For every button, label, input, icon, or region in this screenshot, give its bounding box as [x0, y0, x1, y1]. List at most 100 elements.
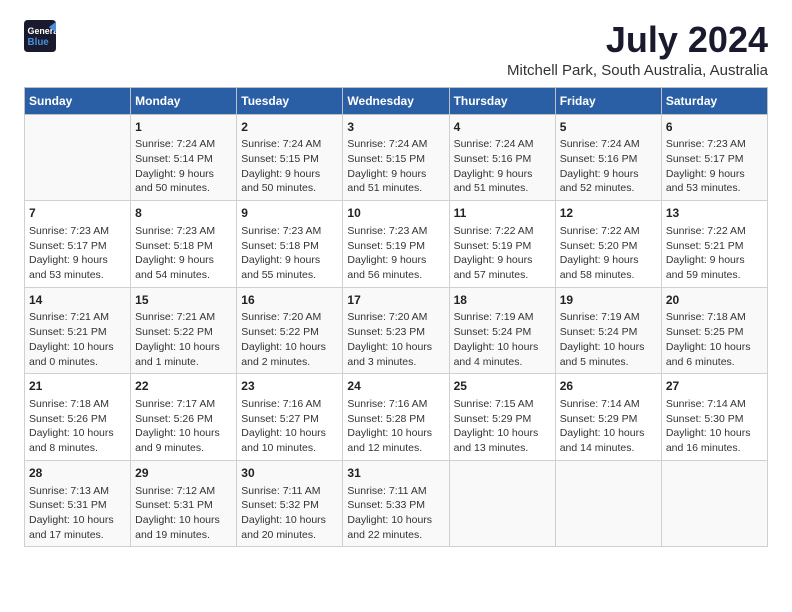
calendar-cell: 9 Sunrise: 7:23 AMSunset: 5:18 PMDaylight… [237, 201, 343, 288]
calendar-cell [25, 114, 131, 201]
header-day-thursday: Thursday [449, 87, 555, 114]
day-number: 29 [135, 465, 232, 482]
calendar-cell: 2Sunrise: 7:24 AMSunset: 5:15 PMDaylight… [237, 114, 343, 201]
cell-info: Sunrise: 7:21 AMSunset: 5:22 PMDaylight:… [135, 310, 232, 369]
cell-info: Sunrise: 7:14 AMSunset: 5:30 PMDaylight:… [666, 397, 763, 456]
day-number: 4 [454, 119, 551, 136]
cell-info: Sunrise: 7:22 AMSunset: 5:21 PMDaylight:… [666, 224, 763, 283]
cell-info: Sunrise: 7:23 AMSunset: 5:18 PMDaylight:… [135, 224, 232, 283]
cell-info: Sunrise: 7:16 AMSunset: 5:27 PMDaylight:… [241, 397, 338, 456]
logo: General Blue [24, 20, 56, 52]
calendar-cell: 30Sunrise: 7:11 AMSunset: 5:32 PMDayligh… [237, 460, 343, 547]
cell-info: Sunrise: 7:18 AMSunset: 5:25 PMDaylight:… [666, 310, 763, 369]
cell-info: Sunrise: 7:19 AMSunset: 5:24 PMDaylight:… [454, 310, 551, 369]
day-number: 25 [454, 378, 551, 395]
calendar-cell: 12Sunrise: 7:22 AMSunset: 5:20 PMDayligh… [555, 201, 661, 288]
header-day-wednesday: Wednesday [343, 87, 449, 114]
cell-info: Sunrise: 7:23 AMSunset: 5:17 PMDaylight:… [666, 137, 763, 196]
calendar-cell: 3Sunrise: 7:24 AMSunset: 5:15 PMDaylight… [343, 114, 449, 201]
calendar-header-row: SundayMondayTuesdayWednesdayThursdayFrid… [25, 87, 768, 114]
day-number: 17 [347, 292, 444, 309]
cell-info: Sunrise: 7:23 AMSunset: 5:17 PMDaylight:… [29, 224, 126, 283]
calendar-cell [555, 460, 661, 547]
cell-info: Sunrise: 7:24 AMSunset: 5:15 PMDaylight:… [347, 137, 444, 196]
cell-info: Sunrise: 7:16 AMSunset: 5:28 PMDaylight:… [347, 397, 444, 456]
calendar-cell: 14Sunrise: 7:21 AMSunset: 5:21 PMDayligh… [25, 287, 131, 374]
calendar-cell: 11 Sunrise: 7:22 AMSunset: 5:19 PMDayligh… [449, 201, 555, 288]
header-day-tuesday: Tuesday [237, 87, 343, 114]
cell-info: Sunrise: 7:18 AMSunset: 5:26 PMDaylight:… [29, 397, 126, 456]
calendar-cell: 23 Sunrise: 7:16 AMSunset: 5:27 PMDayligh… [237, 374, 343, 461]
calendar-cell: 16Sunrise: 7:20 AMSunset: 5:22 PMDayligh… [237, 287, 343, 374]
day-number: 31 [347, 465, 444, 482]
cell-info: Sunrise: 7:14 AMSunset: 5:29 PMDaylight:… [560, 397, 657, 456]
calendar-cell: 19Sunrise: 7:19 AMSunset: 5:24 PMDayligh… [555, 287, 661, 374]
calendar-cell: 15Sunrise: 7:21 AMSunset: 5:22 PMDayligh… [131, 287, 237, 374]
cell-info: Sunrise: 7:20 AMSunset: 5:23 PMDaylight:… [347, 310, 444, 369]
day-number: 16 [241, 292, 338, 309]
day-number: 6 [666, 119, 763, 136]
day-number: 13 [666, 205, 763, 222]
day-number: 19 [560, 292, 657, 309]
day-number: 28 [29, 465, 126, 482]
calendar-cell: 26 Sunrise: 7:14 AMSunset: 5:29 PMDayligh… [555, 374, 661, 461]
cell-info: Sunrise: 7:21 AMSunset: 5:21 PMDaylight:… [29, 310, 126, 369]
day-number: 8 [135, 205, 232, 222]
calendar-week-row: 14Sunrise: 7:21 AMSunset: 5:21 PMDayligh… [25, 287, 768, 374]
calendar-cell: 21Sunrise: 7:18 AMSunset: 5:26 PMDayligh… [25, 374, 131, 461]
day-number: 26 [560, 378, 657, 395]
cell-info: Sunrise: 7:13 AMSunset: 5:31 PMDaylight:… [29, 484, 126, 543]
calendar-week-row: 28 Sunrise: 7:13 AMSunset: 5:31 PMDayligh… [25, 460, 768, 547]
day-number: 11 [454, 205, 551, 222]
cell-info: Sunrise: 7:24 AMSunset: 5:14 PMDaylight:… [135, 137, 232, 196]
calendar-cell: 22Sunrise: 7:17 AMSunset: 5:26 PMDayligh… [131, 374, 237, 461]
day-number: 2 [241, 119, 338, 136]
cell-info: Sunrise: 7:22 AMSunset: 5:19 PMDaylight:… [454, 224, 551, 283]
day-number: 23 [241, 378, 338, 395]
subtitle: Mitchell Park, South Australia, Australi… [507, 62, 768, 79]
calendar-cell: 28 Sunrise: 7:13 AMSunset: 5:31 PMDayligh… [25, 460, 131, 547]
calendar-cell: 31 Sunrise: 7:11 AMSunset: 5:33 PMDayligh… [343, 460, 449, 547]
day-number: 7 [29, 205, 126, 222]
day-number: 18 [454, 292, 551, 309]
day-number: 14 [29, 292, 126, 309]
calendar-week-row: 21Sunrise: 7:18 AMSunset: 5:26 PMDayligh… [25, 374, 768, 461]
cell-info: Sunrise: 7:23 AMSunset: 5:18 PMDaylight:… [241, 224, 338, 283]
cell-info: Sunrise: 7:19 AMSunset: 5:24 PMDaylight:… [560, 310, 657, 369]
calendar-table: SundayMondayTuesdayWednesdayThursdayFrid… [24, 87, 768, 548]
main-title: July 2024 [507, 20, 768, 60]
day-number: 10 [347, 205, 444, 222]
calendar-cell: 8 Sunrise: 7:23 AMSunset: 5:18 PMDaylight… [131, 201, 237, 288]
cell-info: Sunrise: 7:11 AMSunset: 5:33 PMDaylight:… [347, 484, 444, 543]
calendar-cell: 25 Sunrise: 7:15 AMSunset: 5:29 PMDayligh… [449, 374, 555, 461]
cell-info: Sunrise: 7:24 AMSunset: 5:16 PMDaylight:… [560, 137, 657, 196]
calendar-cell: 1Sunrise: 7:24 AMSunset: 5:14 PMDaylight… [131, 114, 237, 201]
cell-info: Sunrise: 7:24 AMSunset: 5:15 PMDaylight:… [241, 137, 338, 196]
page-header: General Blue July 2024 Mitchell Park, So… [24, 20, 768, 79]
cell-info: Sunrise: 7:15 AMSunset: 5:29 PMDaylight:… [454, 397, 551, 456]
calendar-week-row: 1Sunrise: 7:24 AMSunset: 5:14 PMDaylight… [25, 114, 768, 201]
day-number: 3 [347, 119, 444, 136]
calendar-cell: 17Sunrise: 7:20 AMSunset: 5:23 PMDayligh… [343, 287, 449, 374]
header-day-sunday: Sunday [25, 87, 131, 114]
calendar-cell: 4Sunrise: 7:24 AMSunset: 5:16 PMDaylight… [449, 114, 555, 201]
cell-info: Sunrise: 7:24 AMSunset: 5:16 PMDaylight:… [454, 137, 551, 196]
calendar-cell: 18Sunrise: 7:19 AMSunset: 5:24 PMDayligh… [449, 287, 555, 374]
calendar-cell: 20Sunrise: 7:18 AMSunset: 5:25 PMDayligh… [661, 287, 767, 374]
calendar-cell: 5Sunrise: 7:24 AMSunset: 5:16 PMDaylight… [555, 114, 661, 201]
day-number: 24 [347, 378, 444, 395]
calendar-cell [661, 460, 767, 547]
calendar-cell: 13 Sunrise: 7:22 AMSunset: 5:21 PMDayligh… [661, 201, 767, 288]
cell-info: Sunrise: 7:12 AMSunset: 5:31 PMDaylight:… [135, 484, 232, 543]
cell-info: Sunrise: 7:23 AMSunset: 5:19 PMDaylight:… [347, 224, 444, 283]
svg-text:Blue: Blue [28, 37, 50, 48]
cell-info: Sunrise: 7:11 AMSunset: 5:32 PMDaylight:… [241, 484, 338, 543]
cell-info: Sunrise: 7:20 AMSunset: 5:22 PMDaylight:… [241, 310, 338, 369]
calendar-cell: 24 Sunrise: 7:16 AMSunset: 5:28 PMDayligh… [343, 374, 449, 461]
day-number: 12 [560, 205, 657, 222]
calendar-cell: 7 Sunrise: 7:23 AMSunset: 5:17 PMDaylight… [25, 201, 131, 288]
day-number: 15 [135, 292, 232, 309]
header-day-monday: Monday [131, 87, 237, 114]
day-number: 9 [241, 205, 338, 222]
day-number: 22 [135, 378, 232, 395]
